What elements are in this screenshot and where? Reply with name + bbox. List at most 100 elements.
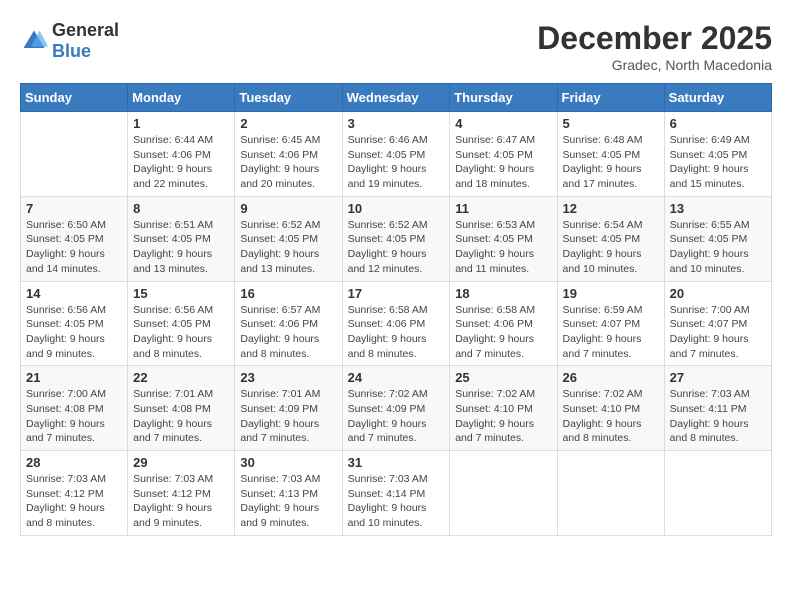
day-info: Sunrise: 6:45 AM Sunset: 4:06 PM Dayligh… [240, 133, 336, 192]
day-cell: 6 Sunrise: 6:49 AM Sunset: 4:05 PM Daylig… [664, 112, 771, 197]
day-info: Sunrise: 6:46 AM Sunset: 4:05 PM Dayligh… [348, 133, 445, 192]
day-cell: 15 Sunrise: 6:56 AM Sunset: 4:05 PM Dayli… [128, 281, 235, 366]
day-info: Sunrise: 7:01 AM Sunset: 4:08 PM Dayligh… [133, 387, 229, 446]
day-info: Sunrise: 7:02 AM Sunset: 4:09 PM Dayligh… [348, 387, 445, 446]
day-info: Sunrise: 7:00 AM Sunset: 4:07 PM Dayligh… [670, 303, 766, 362]
day-cell: 24 Sunrise: 7:02 AM Sunset: 4:09 PM Dayli… [342, 366, 450, 451]
day-cell [557, 451, 664, 536]
day-number: 17 [348, 286, 445, 301]
day-number: 10 [348, 201, 445, 216]
day-number: 27 [670, 370, 766, 385]
day-info: Sunrise: 7:02 AM Sunset: 4:10 PM Dayligh… [563, 387, 659, 446]
logo-icon [20, 27, 48, 55]
day-number: 15 [133, 286, 229, 301]
day-cell [21, 112, 128, 197]
location: Gradec, North Macedonia [537, 57, 772, 73]
day-number: 9 [240, 201, 336, 216]
day-cell: 1Sunrise: 6:44 AM Sunset: 4:06 PM Daylig… [128, 112, 235, 197]
day-number: 25 [455, 370, 551, 385]
day-number: 4 [455, 116, 551, 131]
day-cell: 25 Sunrise: 7:02 AM Sunset: 4:10 PM Dayli… [450, 366, 557, 451]
day-number: 22 [133, 370, 229, 385]
day-cell: 3 Sunrise: 6:46 AM Sunset: 4:05 PM Daylig… [342, 112, 450, 197]
calendar-table: SundayMondayTuesdayWednesdayThursdayFrid… [20, 83, 772, 536]
header-monday: Monday [128, 84, 235, 112]
day-cell: 27 Sunrise: 7:03 AM Sunset: 4:11 PM Dayli… [664, 366, 771, 451]
day-cell: 22 Sunrise: 7:01 AM Sunset: 4:08 PM Dayli… [128, 366, 235, 451]
week-row-2: 14 Sunrise: 6:56 AM Sunset: 4:05 PM Dayli… [21, 281, 772, 366]
logo-text: General Blue [52, 20, 119, 62]
day-info: Sunrise: 6:56 AM Sunset: 4:05 PM Dayligh… [26, 303, 122, 362]
header-sunday: Sunday [21, 84, 128, 112]
day-number: 6 [670, 116, 766, 131]
day-info: Sunrise: 6:49 AM Sunset: 4:05 PM Dayligh… [670, 133, 766, 192]
day-info: Sunrise: 6:50 AM Sunset: 4:05 PM Dayligh… [26, 218, 122, 277]
header-wednesday: Wednesday [342, 84, 450, 112]
day-cell: 7Sunrise: 6:50 AM Sunset: 4:05 PM Daylig… [21, 196, 128, 281]
day-number: 3 [348, 116, 445, 131]
day-cell: 5 Sunrise: 6:48 AM Sunset: 4:05 PM Daylig… [557, 112, 664, 197]
day-info: Sunrise: 6:52 AM Sunset: 4:05 PM Dayligh… [348, 218, 445, 277]
day-info: Sunrise: 6:55 AM Sunset: 4:05 PM Dayligh… [670, 218, 766, 277]
day-number: 16 [240, 286, 336, 301]
day-number: 28 [26, 455, 122, 470]
day-cell: 11Sunrise: 6:53 AM Sunset: 4:05 PM Dayli… [450, 196, 557, 281]
week-row-1: 7Sunrise: 6:50 AM Sunset: 4:05 PM Daylig… [21, 196, 772, 281]
day-number: 23 [240, 370, 336, 385]
header-thursday: Thursday [450, 84, 557, 112]
day-cell: 16 Sunrise: 6:57 AM Sunset: 4:06 PM Dayli… [235, 281, 342, 366]
day-cell: 14 Sunrise: 6:56 AM Sunset: 4:05 PM Dayli… [21, 281, 128, 366]
day-info: Sunrise: 7:02 AM Sunset: 4:10 PM Dayligh… [455, 387, 551, 446]
day-number: 5 [563, 116, 659, 131]
day-info: Sunrise: 7:03 AM Sunset: 4:11 PM Dayligh… [670, 387, 766, 446]
day-cell [450, 451, 557, 536]
week-row-0: 1Sunrise: 6:44 AM Sunset: 4:06 PM Daylig… [21, 112, 772, 197]
title-area: December 2025 Gradec, North Macedonia [537, 20, 772, 73]
day-cell: 4Sunrise: 6:47 AM Sunset: 4:05 PM Daylig… [450, 112, 557, 197]
day-info: Sunrise: 6:56 AM Sunset: 4:05 PM Dayligh… [133, 303, 229, 362]
day-info: Sunrise: 6:59 AM Sunset: 4:07 PM Dayligh… [563, 303, 659, 362]
header-friday: Friday [557, 84, 664, 112]
day-info: Sunrise: 7:03 AM Sunset: 4:12 PM Dayligh… [133, 472, 229, 531]
day-number: 30 [240, 455, 336, 470]
day-info: Sunrise: 6:48 AM Sunset: 4:05 PM Dayligh… [563, 133, 659, 192]
day-info: Sunrise: 6:52 AM Sunset: 4:05 PM Dayligh… [240, 218, 336, 277]
day-cell [664, 451, 771, 536]
day-number: 20 [670, 286, 766, 301]
day-cell: 17 Sunrise: 6:58 AM Sunset: 4:06 PM Dayli… [342, 281, 450, 366]
day-cell: 12Sunrise: 6:54 AM Sunset: 4:05 PM Dayli… [557, 196, 664, 281]
day-number: 1 [133, 116, 229, 131]
week-row-4: 28 Sunrise: 7:03 AM Sunset: 4:12 PM Dayli… [21, 451, 772, 536]
month-title: December 2025 [537, 20, 772, 57]
day-number: 26 [563, 370, 659, 385]
day-info: Sunrise: 6:58 AM Sunset: 4:06 PM Dayligh… [455, 303, 551, 362]
day-cell: 29Sunrise: 7:03 AM Sunset: 4:12 PM Dayli… [128, 451, 235, 536]
day-info: Sunrise: 6:57 AM Sunset: 4:06 PM Dayligh… [240, 303, 336, 362]
day-cell: 19Sunrise: 6:59 AM Sunset: 4:07 PM Dayli… [557, 281, 664, 366]
day-cell: 31Sunrise: 7:03 AM Sunset: 4:14 PM Dayli… [342, 451, 450, 536]
day-info: Sunrise: 7:03 AM Sunset: 4:12 PM Dayligh… [26, 472, 122, 531]
day-info: Sunrise: 6:53 AM Sunset: 4:05 PM Dayligh… [455, 218, 551, 277]
day-number: 14 [26, 286, 122, 301]
day-cell: 20 Sunrise: 7:00 AM Sunset: 4:07 PM Dayli… [664, 281, 771, 366]
day-cell: 9 Sunrise: 6:52 AM Sunset: 4:05 PM Daylig… [235, 196, 342, 281]
day-cell: 30Sunrise: 7:03 AM Sunset: 4:13 PM Dayli… [235, 451, 342, 536]
day-cell: 13 Sunrise: 6:55 AM Sunset: 4:05 PM Dayli… [664, 196, 771, 281]
day-cell: 10 Sunrise: 6:52 AM Sunset: 4:05 PM Dayli… [342, 196, 450, 281]
day-info: Sunrise: 7:00 AM Sunset: 4:08 PM Dayligh… [26, 387, 122, 446]
day-number: 18 [455, 286, 551, 301]
header-saturday: Saturday [664, 84, 771, 112]
week-row-3: 21Sunrise: 7:00 AM Sunset: 4:08 PM Dayli… [21, 366, 772, 451]
day-number: 13 [670, 201, 766, 216]
logo: General Blue [20, 20, 119, 62]
day-info: Sunrise: 6:58 AM Sunset: 4:06 PM Dayligh… [348, 303, 445, 362]
calendar-header-row: SundayMondayTuesdayWednesdayThursdayFrid… [21, 84, 772, 112]
day-cell: 26 Sunrise: 7:02 AM Sunset: 4:10 PM Dayli… [557, 366, 664, 451]
day-number: 24 [348, 370, 445, 385]
day-info: Sunrise: 6:51 AM Sunset: 4:05 PM Dayligh… [133, 218, 229, 277]
day-number: 8 [133, 201, 229, 216]
day-cell: 28 Sunrise: 7:03 AM Sunset: 4:12 PM Dayli… [21, 451, 128, 536]
day-number: 12 [563, 201, 659, 216]
day-info: Sunrise: 7:01 AM Sunset: 4:09 PM Dayligh… [240, 387, 336, 446]
header-tuesday: Tuesday [235, 84, 342, 112]
